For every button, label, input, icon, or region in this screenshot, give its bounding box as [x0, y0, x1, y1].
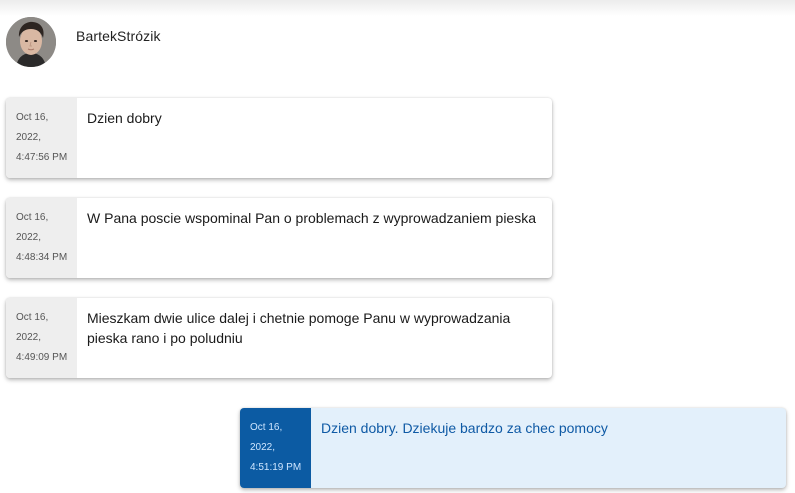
message-timestamp: Oct 16, 2022, 4:49:09 PM [6, 298, 77, 378]
timestamp-time: 4:48:34 PM [16, 252, 68, 263]
timestamp-year: 2022, [16, 332, 42, 343]
chat-page: BartekStrózik Oct 16, 2022, 4:47:56 PM D… [0, 0, 795, 493]
own-message-bubble: Oct 16, 2022, 4:51:19 PM Dzien dobry. Dz… [240, 408, 786, 488]
message-bubble: Oct 16, 2022, 4:49:09 PM Mieszkam dwie u… [6, 298, 552, 378]
avatar[interactable] [6, 17, 56, 67]
message-timestamp: Oct 16, 2022, 4:51:19 PM [240, 408, 311, 488]
contact-name: BartekStrózik [76, 28, 161, 44]
timestamp-date: Oct 16, [16, 112, 49, 123]
message-text: W Pana poscie wspominal Pan o problemach… [87, 210, 536, 226]
message-timestamp: Oct 16, 2022, 4:48:34 PM [6, 198, 77, 278]
message-timestamp: Oct 16, 2022, 4:47:56 PM [6, 98, 77, 178]
timestamp-date: Oct 16, [16, 212, 49, 223]
message-text: Dzien dobry [87, 110, 162, 126]
message-bubble: Oct 16, 2022, 4:48:34 PM W Pana poscie w… [6, 198, 552, 278]
timestamp-year: 2022, [16, 132, 42, 143]
message-bubble: Oct 16, 2022, 4:47:56 PM Dzien dobry [6, 98, 552, 178]
avatar-portrait-icon [6, 17, 56, 67]
timestamp-time: 4:51:19 PM [250, 462, 302, 473]
timestamp-time: 4:47:56 PM [16, 152, 68, 163]
timestamp-year: 2022, [250, 442, 276, 453]
timestamp-time: 4:49:09 PM [16, 352, 68, 363]
timestamp-date: Oct 16, [250, 422, 283, 433]
timestamp-date: Oct 16, [16, 312, 49, 323]
message-text: Mieszkam dwie ulice dalej i chetnie pomo… [87, 310, 511, 346]
timestamp-year: 2022, [16, 232, 42, 243]
message-text: Dzien dobry. Dziekuje bardzo za chec pom… [321, 420, 608, 436]
chat-header: BartekStrózik [0, 0, 795, 70]
